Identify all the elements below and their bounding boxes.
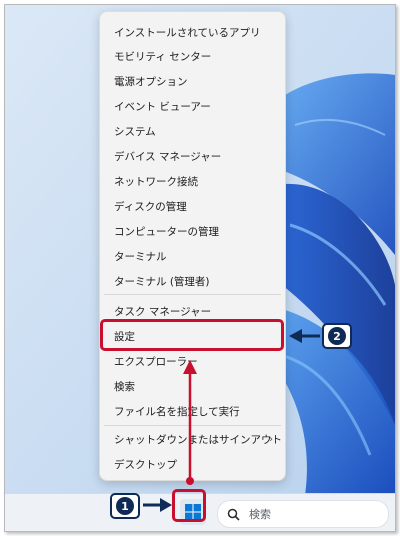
menu-item-network-connections[interactable]: ネットワーク接続 [104, 170, 281, 192]
menu-item-label: ターミナル [114, 250, 167, 263]
menu-item-terminal-admin[interactable]: ターミナル (管理者) [104, 270, 281, 292]
taskbar-search-box[interactable]: 検索 [217, 500, 389, 528]
settings-highlight-box [100, 319, 284, 351]
search-icon [227, 507, 241, 521]
menu-item-search[interactable]: 検索 [104, 375, 281, 397]
menu-item-installed-apps[interactable]: インストールされているアプリ [104, 21, 281, 43]
menu-item-device-manager[interactable]: デバイス マネージャー [104, 145, 281, 167]
menu-item-label: タスク マネージャー [114, 305, 212, 318]
menu-item-label: イベント ビューアー [114, 100, 211, 113]
menu-item-label: システム [114, 125, 156, 138]
menu-item-label: ディスクの管理 [114, 200, 187, 213]
menu-item-desktop[interactable]: デスクトップ [104, 453, 281, 475]
menu-item-label: デバイス マネージャー [114, 150, 222, 163]
start-button-highlight-box [172, 489, 206, 522]
search-placeholder: 検索 [249, 508, 271, 521]
menu-item-event-viewer[interactable]: イベント ビューアー [104, 95, 281, 117]
menu-separator [104, 425, 281, 426]
menu-item-label: コンピューターの管理 [114, 225, 219, 238]
menu-item-mobility-center[interactable]: モビリティ センター [104, 45, 281, 67]
menu-separator [104, 294, 281, 295]
menu-item-label: インストールされているアプリ [114, 26, 261, 39]
menu-item-computer-management[interactable]: コンピューターの管理 [104, 220, 281, 242]
start-context-menu: インストールされているアプリ モビリティ センター 電源オプション イベント ビ… [99, 11, 286, 481]
menu-item-label: ネットワーク接続 [114, 175, 198, 188]
menu-item-shutdown-signout[interactable]: シャットダウンまたはサインアウト › [104, 428, 282, 450]
menu-item-label: モビリティ センター [114, 50, 212, 63]
step-2-number: 2 [328, 327, 346, 345]
menu-item-label: エクスプローラー [114, 355, 198, 368]
menu-item-label: シャットダウンまたはサインアウト [114, 433, 282, 446]
menu-item-label: ファイル名を指定して実行 [114, 405, 240, 418]
menu-item-label: 検索 [114, 380, 135, 393]
menu-item-power-options[interactable]: 電源オプション [104, 70, 281, 92]
menu-item-explorer[interactable]: エクスプローラー [104, 350, 281, 372]
chevron-right-icon: › [269, 433, 273, 445]
menu-item-system[interactable]: システム [104, 120, 281, 142]
menu-item-label: ターミナル (管理者) [114, 275, 210, 288]
step-2-badge: 2 [322, 323, 352, 349]
menu-item-run[interactable]: ファイル名を指定して実行 [104, 400, 281, 422]
menu-item-label: デスクトップ [114, 458, 177, 471]
menu-item-terminal[interactable]: ターミナル [104, 245, 281, 267]
step-1-number: 1 [116, 497, 134, 515]
menu-item-disk-management[interactable]: ディスクの管理 [104, 195, 281, 217]
menu-item-label: 電源オプション [114, 75, 188, 88]
step-1-badge: 1 [110, 493, 140, 519]
